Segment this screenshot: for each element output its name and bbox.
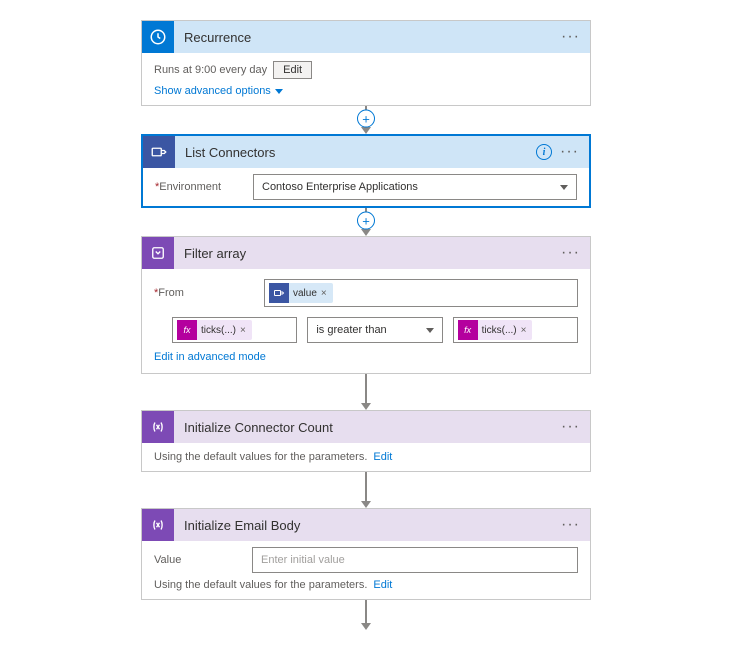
environment-row: *Environment Contoso Enterprise Applicat… bbox=[143, 168, 589, 206]
remove-token-icon[interactable]: × bbox=[521, 325, 527, 336]
recurrence-title: Recurrence bbox=[174, 30, 561, 45]
connector-arrow: + bbox=[365, 208, 367, 236]
filter-right-operand[interactable]: fx ticks(...) × bbox=[453, 317, 578, 343]
expression-token[interactable]: fx ticks(...) × bbox=[458, 320, 533, 340]
init-email-body-menu-icon[interactable]: ··· bbox=[561, 516, 580, 534]
list-connectors-title: List Connectors bbox=[175, 145, 536, 160]
init-email-body-header[interactable]: Initialize Email Body ··· bbox=[142, 509, 590, 541]
init-connector-count-header[interactable]: Initialize Connector Count ··· bbox=[142, 411, 590, 443]
recurrence-menu-icon[interactable]: ··· bbox=[561, 28, 580, 46]
from-input[interactable]: value × bbox=[264, 279, 578, 307]
connector-arrow: + bbox=[365, 106, 367, 134]
init-connector-count-edit-link[interactable]: Edit bbox=[373, 451, 392, 463]
list-connectors-menu-icon[interactable]: ··· bbox=[560, 143, 579, 161]
init-connector-count-card[interactable]: Initialize Connector Count ··· Using the… bbox=[141, 410, 591, 472]
flow-designer-canvas: Recurrence ··· Runs at 9:00 every day Ed… bbox=[0, 20, 732, 630]
variable-icon bbox=[142, 509, 174, 541]
init-connector-count-title: Initialize Connector Count bbox=[174, 420, 561, 435]
filter-array-title: Filter array bbox=[174, 246, 561, 261]
recurrence-card[interactable]: Recurrence ··· Runs at 9:00 every day Ed… bbox=[141, 20, 591, 106]
variable-icon bbox=[142, 411, 174, 443]
filter-array-header[interactable]: Filter array ··· bbox=[142, 237, 590, 269]
filter-array-card[interactable]: Filter array ··· *From value × bbox=[141, 236, 591, 374]
init-connector-count-menu-icon[interactable]: ··· bbox=[561, 418, 580, 436]
connector-arrow bbox=[365, 472, 367, 508]
init-email-body-title: Initialize Email Body bbox=[174, 518, 561, 533]
init-email-body-edit-link[interactable]: Edit bbox=[373, 579, 392, 591]
remove-token-icon[interactable]: × bbox=[240, 325, 246, 336]
connectors-icon bbox=[269, 283, 289, 303]
info-icon[interactable]: i bbox=[536, 144, 552, 160]
fx-icon: fx bbox=[177, 320, 197, 340]
init-email-body-card[interactable]: Initialize Email Body ··· Value Enter in… bbox=[141, 508, 591, 600]
default-params-text: Using the default values for the paramet… bbox=[154, 451, 367, 463]
remove-token-icon[interactable]: × bbox=[321, 288, 327, 299]
add-step-button[interactable]: + bbox=[357, 110, 375, 128]
chevron-down-icon bbox=[275, 89, 283, 94]
connectors-icon bbox=[143, 136, 175, 168]
fx-icon: fx bbox=[458, 320, 478, 340]
edit-advanced-mode-link[interactable]: Edit in advanced mode bbox=[154, 351, 578, 363]
filter-array-menu-icon[interactable]: ··· bbox=[561, 244, 580, 262]
filter-left-operand[interactable]: fx ticks(...) × bbox=[172, 317, 297, 343]
list-connectors-header[interactable]: List Connectors i ··· bbox=[143, 136, 589, 168]
environment-select[interactable]: Contoso Enterprise Applications bbox=[253, 174, 577, 200]
chevron-down-icon bbox=[560, 185, 568, 190]
filter-icon bbox=[142, 237, 174, 269]
default-params-text: Using the default values for the paramet… bbox=[154, 579, 367, 591]
clock-icon bbox=[142, 21, 174, 53]
chevron-down-icon bbox=[426, 328, 434, 333]
list-connectors-card[interactable]: List Connectors i ··· *Environment Conto… bbox=[141, 134, 591, 208]
value-input[interactable]: Enter initial value bbox=[252, 547, 578, 573]
recurrence-header[interactable]: Recurrence ··· bbox=[142, 21, 590, 53]
recurrence-edit-button[interactable]: Edit bbox=[273, 61, 312, 79]
recurrence-schedule-text: Runs at 9:00 every day bbox=[154, 64, 267, 76]
connector-arrow bbox=[365, 374, 367, 410]
show-advanced-link[interactable]: Show advanced options bbox=[154, 85, 283, 97]
expression-token[interactable]: fx ticks(...) × bbox=[177, 320, 252, 340]
filter-operator-select[interactable]: is greater than bbox=[307, 317, 442, 343]
add-step-button[interactable]: + bbox=[357, 212, 375, 230]
connector-arrow bbox=[365, 600, 367, 630]
value-row: Value Enter initial value bbox=[142, 541, 590, 579]
value-token[interactable]: value × bbox=[269, 283, 333, 303]
